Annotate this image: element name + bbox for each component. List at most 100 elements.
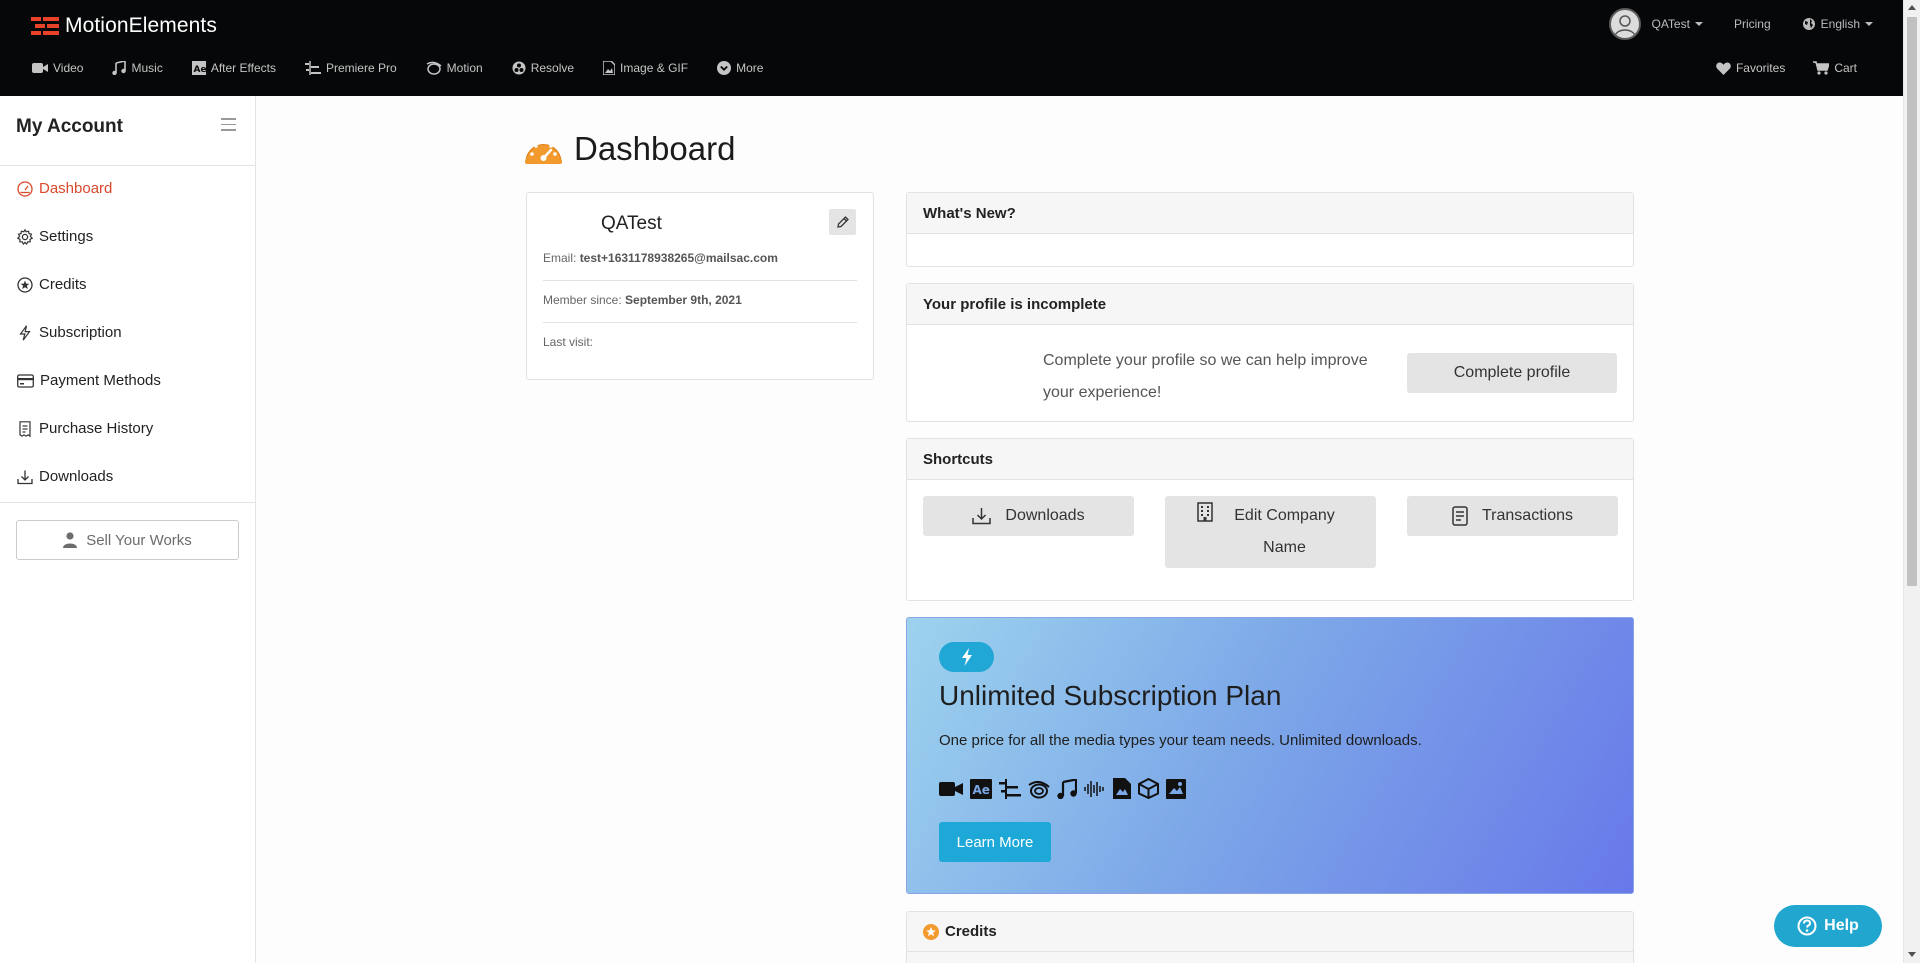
sell-button-label: Sell Your Works: [86, 531, 192, 549]
dashboard-icon: [525, 140, 562, 164]
shortcuts-title: Shortcuts: [907, 439, 1633, 480]
credits-header: Credits: [907, 912, 1633, 952]
pricing-label: Pricing: [1733, 17, 1771, 31]
email-label: Email:: [543, 251, 577, 265]
complete-profile-button[interactable]: Complete profile: [1407, 353, 1617, 393]
category-label: Resolve: [530, 61, 575, 75]
dashboard-icon: [17, 180, 33, 197]
divider: [0, 165, 256, 166]
email-value: test+1631178938265@mailsac.com: [579, 251, 778, 265]
hamburger-menu-icon[interactable]: [221, 118, 236, 135]
after-effects-icon: Ae: [191, 61, 206, 75]
svg-text:Ae: Ae: [193, 65, 206, 75]
receipt-icon: [1452, 506, 1468, 526]
sidebar-item-settings[interactable]: Settings: [17, 228, 93, 245]
building-icon: [1196, 502, 1213, 522]
nav-right: Favorites Cart: [1688, 61, 1857, 75]
heart-icon: [1716, 61, 1731, 75]
category-resolve[interactable]: Resolve: [512, 61, 574, 75]
learn-more-label: Learn More: [956, 833, 1034, 851]
lightning-icon: [961, 648, 972, 666]
shortcut-edit-company-button[interactable]: Edit Company Name: [1165, 496, 1376, 568]
receipt-icon: [19, 420, 31, 437]
user-avatar-icon: [1614, 15, 1637, 37]
lightning-icon: [19, 324, 31, 341]
whats-new-title: What's New?: [907, 193, 1633, 234]
favorites-link[interactable]: Favorites: [1716, 61, 1785, 75]
help-label: Help: [1824, 917, 1859, 934]
shortcuts-card: Shortcuts Downloads Edit Company Name Tr…: [906, 438, 1634, 601]
profile-incomplete-title: Your profile is incomplete: [907, 284, 1633, 325]
question-circle-icon: [1797, 916, 1817, 936]
category-after-effects[interactable]: Ae After Effects: [191, 61, 276, 75]
profile-incomplete-text: Complete your profile so we can help imp…: [1043, 352, 1368, 401]
shortcut-transactions-label: Transactions: [1482, 507, 1573, 524]
avatar: [1609, 8, 1642, 40]
cart-link[interactable]: Cart: [1813, 61, 1857, 75]
motion-icon: [1028, 780, 1050, 798]
category-label: Motion: [446, 61, 483, 75]
profile-card: QATest Email: test+1631178938265@mailsac…: [526, 192, 874, 380]
gear-icon: [17, 228, 33, 245]
shortcut-transactions-button[interactable]: Transactions: [1407, 496, 1618, 536]
page-title: Dashboard: [574, 130, 736, 167]
category-video[interactable]: Video: [32, 61, 83, 75]
chevron-circle-down-icon: [717, 61, 732, 75]
sidebar-item-payment-methods[interactable]: Payment Methods: [17, 372, 161, 389]
sidebar-item-purchase-history[interactable]: Purchase History: [17, 420, 153, 437]
help-button[interactable]: Help: [1774, 905, 1882, 947]
category-label: After Effects: [210, 61, 276, 75]
sound-wave-icon: [1084, 780, 1104, 797]
motion-icon: [426, 61, 442, 75]
learn-more-button[interactable]: Learn More: [939, 822, 1051, 862]
after-effects-icon: Ae: [970, 778, 992, 799]
sidebar-item-label: Subscription: [39, 324, 122, 341]
divider: [543, 322, 857, 323]
user-menu[interactable]: QATest: [1609, 8, 1702, 40]
pricing-link[interactable]: Pricing: [1734, 17, 1771, 31]
language-selector[interactable]: English: [1802, 17, 1873, 31]
category-music[interactable]: Music: [112, 61, 163, 75]
category-image-gif[interactable]: Image & GIF: [603, 61, 688, 75]
image-file-icon: [603, 61, 616, 75]
category-motion[interactable]: Motion: [426, 61, 483, 75]
shortcut-edit-company-label: Edit Company Name: [1234, 507, 1335, 556]
edit-profile-button[interactable]: [829, 209, 856, 235]
sidebar-item-label: Payment Methods: [40, 372, 161, 389]
media-types-icons: Ae: [939, 778, 1193, 799]
category-label: More: [736, 61, 764, 75]
profile-incomplete-card: Your profile is incomplete Complete your…: [906, 283, 1634, 422]
download-icon: [972, 508, 992, 525]
favorites-label: Favorites: [1735, 61, 1786, 75]
category-more[interactable]: More: [717, 61, 763, 75]
page-scrollbar[interactable]: [1903, 0, 1920, 963]
language-label: English: [1821, 17, 1873, 31]
top-navbar: MotionElements QATest Pricing English Vi…: [0, 0, 1903, 96]
shortcut-downloads-button[interactable]: Downloads: [923, 496, 1134, 536]
sidebar-item-dashboard[interactable]: Dashboard: [17, 180, 112, 197]
sidebar-item-subscription[interactable]: Subscription: [17, 324, 122, 341]
scrollbar-thumb[interactable]: [1907, 17, 1917, 586]
sell-your-works-button[interactable]: Sell Your Works: [16, 520, 239, 560]
account-sidebar: My Account Dashboard Settings Credits Su…: [0, 96, 256, 963]
category-premiere-pro[interactable]: Premiere Pro: [304, 61, 397, 75]
complete-profile-label: Complete profile: [1453, 364, 1571, 381]
brand-logo-link[interactable]: MotionElements: [31, 12, 217, 40]
member-since-value: September 9th, 2021: [625, 293, 742, 307]
scroll-up-arrow-icon[interactable]: [1908, 5, 1916, 10]
lightning-badge: [939, 642, 994, 672]
sidebar-item-downloads[interactable]: Downloads: [17, 468, 113, 485]
whats-new-card: What's New?: [906, 192, 1634, 267]
sidebar-item-label: Downloads: [39, 468, 114, 485]
profile-email: Email: test+1631178938265@mailsac.com: [543, 251, 778, 265]
sidebar-item-credits[interactable]: Credits: [17, 276, 87, 293]
page-header: Dashboard: [525, 130, 735, 168]
category-label: Music: [131, 61, 163, 75]
scroll-down-arrow-icon[interactable]: [1908, 952, 1916, 957]
shortcut-downloads-label: Downloads: [1005, 507, 1085, 524]
category-label: Image & GIF: [620, 61, 689, 75]
video-camera-icon: [939, 781, 963, 796]
svg-text:Ae: Ae: [973, 783, 990, 797]
music-note-icon: [112, 61, 127, 75]
category-label: Premiere Pro: [325, 61, 397, 75]
